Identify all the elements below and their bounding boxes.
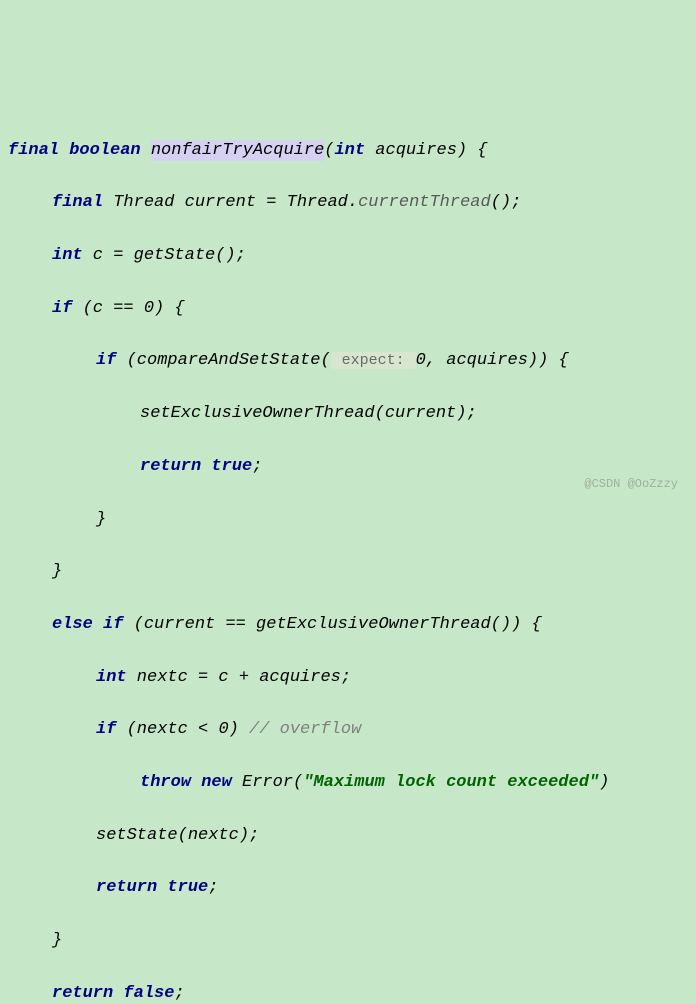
keyword-new: new <box>201 773 232 792</box>
method-name: nonfairTryAcquire <box>151 140 324 161</box>
comment: // overflow <box>249 720 361 739</box>
code-line: final Thread current = Thread.currentThr… <box>8 190 696 216</box>
code-text: ) { <box>154 299 185 318</box>
keyword-final: final <box>52 193 103 212</box>
code-line: } <box>8 507 696 533</box>
code-text: nextc = c + acquires; <box>127 668 351 687</box>
code-text: c = getState(); <box>83 246 246 265</box>
code-text: Error( <box>232 773 303 792</box>
code-line: return true; <box>8 454 696 480</box>
keyword-if: if <box>52 299 72 318</box>
number-zero: 0 <box>144 299 154 318</box>
keyword-return: return <box>96 878 157 897</box>
code-line: if (compareAndSetState( expect: 0, acqui… <box>8 348 696 374</box>
keyword-else: else <box>52 615 93 634</box>
code-line: } <box>8 559 696 585</box>
code-line: if (c == 0) { <box>8 296 696 322</box>
brace: } <box>52 931 62 950</box>
code-line: } <box>8 928 696 954</box>
semicolon: ; <box>174 984 184 1003</box>
keyword-if: if <box>96 720 116 739</box>
keyword-return: return <box>52 984 113 1003</box>
parameter-hint: expect: <box>331 352 416 369</box>
code-text: setExclusiveOwnerThread(current); <box>140 404 477 423</box>
keyword-throw: throw <box>140 773 191 792</box>
code-line: else if (current == getExclusiveOwnerThr… <box>8 612 696 638</box>
code-text: ) <box>599 773 609 792</box>
code-line: final boolean nonfairTryAcquire(int acqu… <box>8 138 696 164</box>
number-zero: 0 <box>218 720 228 739</box>
code-text: acquires) { <box>365 141 487 160</box>
keyword-int: int <box>334 141 365 160</box>
code-line: return true; <box>8 875 696 901</box>
keyword-int: int <box>96 668 127 687</box>
code-text: (c == <box>72 299 143 318</box>
code-text: (current == getExclusiveOwnerThread()) { <box>123 615 541 634</box>
code-line: return false; <box>8 981 696 1004</box>
keyword-true: true <box>167 878 208 897</box>
code-text: setState(nextc); <box>96 826 259 845</box>
keyword-false: false <box>123 984 174 1003</box>
code-text: , acquires)) { <box>426 351 569 370</box>
code-line: setState(nextc); <box>8 823 696 849</box>
code-line: setExclusiveOwnerThread(current); <box>8 401 696 427</box>
code-text: ) <box>229 720 249 739</box>
code-text: (); <box>491 193 522 212</box>
keyword-if: if <box>96 351 116 370</box>
code-text: (nextc < <box>116 720 218 739</box>
keyword-boolean: boolean <box>69 141 140 160</box>
brace: } <box>96 510 106 529</box>
code-text: (compareAndSetState( <box>116 351 330 370</box>
static-method: currentThread <box>358 193 491 212</box>
brace: } <box>52 562 62 581</box>
semicolon: ; <box>252 457 262 476</box>
code-line: if (nextc < 0) // overflow <box>8 717 696 743</box>
keyword-int: int <box>52 246 83 265</box>
keyword-return: return <box>140 457 201 476</box>
code-text: Thread current = Thread. <box>103 193 358 212</box>
string-literal: "Maximum lock count exceeded" <box>303 773 599 792</box>
keyword-if: if <box>103 615 123 634</box>
code-block: final boolean nonfairTryAcquire(int acqu… <box>8 111 696 1004</box>
keyword-true: true <box>211 457 252 476</box>
semicolon: ; <box>208 878 218 897</box>
code-line: int nextc = c + acquires; <box>8 665 696 691</box>
code-line: throw new Error("Maximum lock count exce… <box>8 770 696 796</box>
keyword-final: final <box>8 141 59 160</box>
code-line: int c = getState(); <box>8 243 696 269</box>
number-zero: 0 <box>416 351 426 370</box>
